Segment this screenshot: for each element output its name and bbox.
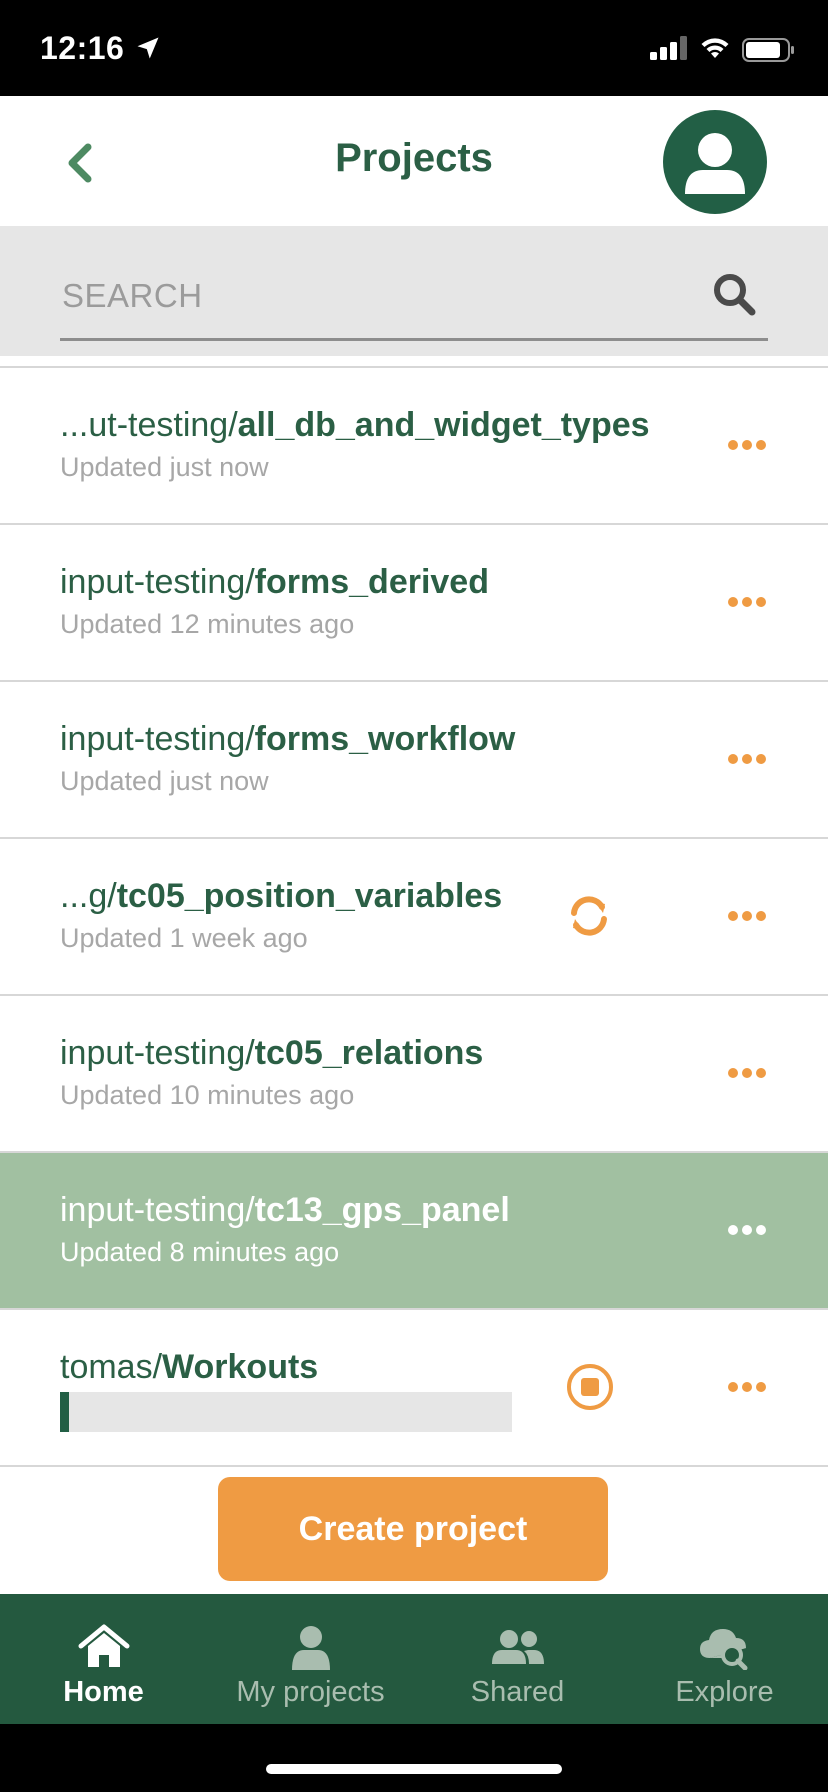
sync-icon[interactable] [564,891,614,941]
project-row[interactable]: input-testing/tc05_relations Updated 10 … [0,996,828,1153]
nav-label: Home [63,1676,144,1708]
project-row[interactable]: input-testing/forms_workflow Updated jus… [0,682,828,839]
search-icon[interactable] [710,270,758,318]
project-title: tc05_position_variables [116,877,503,915]
sync-progress-fill [60,1392,70,1432]
user-icon [291,1626,330,1670]
more-options-icon[interactable] [718,742,776,776]
nav-label: Shared [470,1676,565,1708]
more-options-icon[interactable] [718,585,776,619]
nav-item-home[interactable]: Home [0,1594,207,1724]
search-input[interactable] [60,270,664,322]
user-icon [685,133,745,194]
nav-item-explore[interactable]: Explore [621,1594,828,1724]
status-time: 12:16 [40,30,125,66]
users-icon [491,1630,544,1664]
more-options-icon[interactable] [718,428,776,462]
project-updated: Updated 10 minutes ago [60,1080,355,1110]
search-underline [60,338,768,341]
project-row[interactable]: ...g/tc05_position_variables Updated 1 w… [0,839,828,996]
more-options-icon[interactable] [718,1370,776,1404]
more-options-icon[interactable] [718,1213,776,1247]
bottom-nav: Home My projects Shared Explore [0,1594,828,1724]
project-updated: Updated just now [60,452,269,482]
project-namespace: ...ut-testing/ [60,406,238,444]
project-title: tc05_relations [254,1034,484,1072]
project-updated: Updated 8 minutes ago [60,1237,340,1267]
project-list: ...ut-testing/all_db_and_widget_types Up… [0,366,828,1467]
location-arrow-icon [137,37,159,59]
search-bar [0,226,828,356]
project-name: ...g/tc05_position_variables [60,877,502,916]
project-name: input-testing/tc05_relations [60,1034,483,1073]
project-name: tomas/Workouts [60,1348,318,1387]
project-namespace: ...g/ [60,877,117,915]
project-row[interactable]: ...ut-testing/all_db_and_widget_types Up… [0,368,828,525]
project-updated: Updated 1 week ago [60,923,308,953]
project-name: input-testing/tc13_gps_panel [60,1191,510,1230]
project-row-selected[interactable]: input-testing/tc13_gps_panel Updated 8 m… [0,1153,828,1310]
cellular-signal-icon [650,36,687,60]
create-project-button[interactable]: Create project [218,1477,608,1581]
home-icon [78,1624,129,1667]
project-title: Workouts [162,1348,319,1386]
home-indicator-area [0,1724,828,1792]
status-bar: 12:16 [0,0,828,96]
project-namespace: input-testing/ [60,1191,255,1229]
project-title: forms_derived [254,563,489,601]
header: Projects [0,96,828,226]
more-options-icon[interactable] [718,899,776,933]
project-namespace: tomas/ [60,1348,163,1386]
project-title: tc13_gps_panel [254,1191,510,1229]
project-name: ...ut-testing/all_db_and_widget_types [60,406,650,445]
project-title: forms_workflow [254,720,516,758]
project-namespace: input-testing/ [60,563,255,601]
cloud-search-icon [699,1629,747,1670]
sync-progress-bar [60,1392,512,1432]
nav-item-shared[interactable]: Shared [414,1594,621,1724]
battery-icon [742,38,794,62]
project-namespace: input-testing/ [60,1034,255,1072]
project-name: input-testing/forms_workflow [60,720,515,759]
project-name: input-testing/forms_derived [60,563,489,602]
home-indicator[interactable] [266,1764,562,1774]
avatar[interactable] [663,110,767,214]
project-row[interactable]: input-testing/forms_derived Updated 12 m… [0,525,828,682]
nav-label: My projects [236,1676,385,1708]
project-namespace: input-testing/ [60,720,255,758]
nav-label: Explore [675,1676,774,1708]
project-title: all_db_and_widget_types [237,406,650,444]
nav-item-my-projects[interactable]: My projects [207,1594,414,1724]
more-options-icon[interactable] [718,1056,776,1090]
stop-icon[interactable] [566,1363,614,1411]
wifi-icon [701,38,729,58]
project-row[interactable]: tomas/Workouts [0,1310,828,1467]
project-updated: Updated 12 minutes ago [60,609,355,639]
project-updated: Updated just now [60,766,269,796]
